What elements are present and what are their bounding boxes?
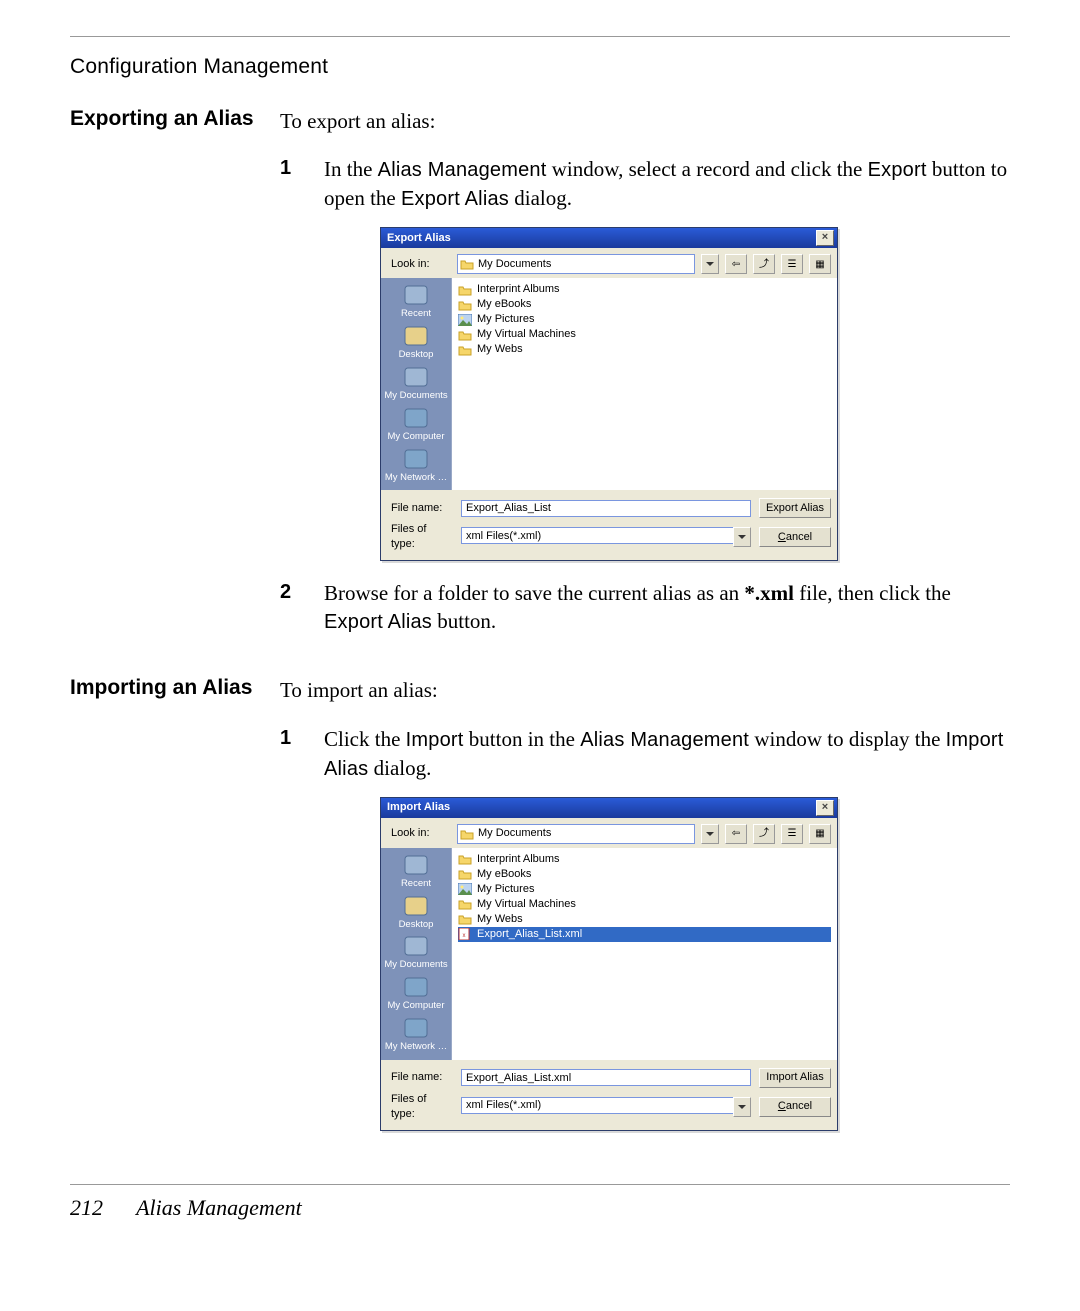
places-bar-item[interactable]: Recent bbox=[401, 284, 431, 321]
file-list-item[interactable]: x Export_Alias_List.xml bbox=[458, 927, 831, 942]
step-number: 2 bbox=[280, 579, 324, 636]
places-bar-label: Recent bbox=[401, 878, 431, 891]
file-list-item[interactable]: My Virtual Machines bbox=[458, 897, 831, 912]
filetype-dropdown-icon[interactable] bbox=[733, 1097, 751, 1117]
export-alias-dialog: Export Alias × Look in: My Documents ⇦ bbox=[380, 227, 838, 561]
file-list-item[interactable]: My Virtual Machines bbox=[458, 327, 831, 342]
section-heading-import: Importing an Alias bbox=[70, 676, 280, 700]
places-bar-label: Desktop bbox=[399, 349, 434, 362]
filetype-combo[interactable] bbox=[461, 527, 751, 547]
lookin-value: My Documents bbox=[478, 257, 551, 272]
import-dialog-screenshot: Import Alias × Look in: My Documents ⇦ bbox=[380, 797, 1010, 1131]
lookin-dropdown-icon[interactable] bbox=[701, 254, 719, 274]
file-item-label: My eBooks bbox=[477, 297, 531, 312]
chapter-title: Configuration Management bbox=[70, 55, 1010, 79]
import-dialog-title: Import Alias bbox=[387, 800, 450, 815]
places-bar-item[interactable]: My Documents bbox=[384, 366, 447, 403]
lookin-value: My Documents bbox=[478, 826, 551, 841]
places-bar-label: My Documents bbox=[384, 959, 447, 972]
places-bar-item[interactable]: Desktop bbox=[399, 325, 434, 362]
file-item-label: Interprint Albums bbox=[477, 852, 560, 867]
places-bar-label: My Documents bbox=[384, 390, 447, 403]
view-list-icon[interactable]: ☰ bbox=[781, 254, 803, 274]
file-item-label: My Virtual Machines bbox=[477, 327, 576, 342]
file-item-label: My eBooks bbox=[477, 867, 531, 882]
export-step-1: In the Alias Management window, select a… bbox=[324, 155, 1010, 213]
file-item-label: Export_Alias_List.xml bbox=[477, 927, 582, 942]
file-list-item[interactable]: My Pictures bbox=[458, 882, 831, 897]
places-bar-item[interactable]: My Computer bbox=[387, 976, 444, 1013]
export-step-2: Browse for a folder to save the current … bbox=[324, 579, 1010, 636]
filetype-combo[interactable] bbox=[461, 1097, 751, 1117]
places-bar-label: My Network … bbox=[385, 472, 447, 485]
import-alias-dialog: Import Alias × Look in: My Documents ⇦ bbox=[380, 797, 838, 1131]
step-number: 1 bbox=[280, 725, 324, 783]
back-icon[interactable]: ⇦ bbox=[725, 824, 747, 844]
file-list-item[interactable]: Interprint Albums bbox=[458, 282, 831, 297]
file-item-label: My Webs bbox=[477, 912, 523, 927]
places-bar-item[interactable]: My Network … bbox=[385, 448, 447, 485]
filetype-label: Files of type: bbox=[391, 1092, 453, 1122]
file-list-item[interactable]: My Webs bbox=[458, 342, 831, 357]
filetype-label: Files of type: bbox=[391, 522, 453, 552]
filetype-value[interactable] bbox=[461, 527, 733, 544]
step-number: 1 bbox=[280, 155, 324, 213]
lookin-combo[interactable]: My Documents bbox=[457, 254, 695, 274]
places-bar-label: Desktop bbox=[399, 919, 434, 932]
places-bar-label: My Network … bbox=[385, 1041, 447, 1054]
up-icon[interactable]: ⤴ bbox=[753, 824, 775, 844]
places-bar-label: Recent bbox=[401, 308, 431, 321]
section-heading-export: Exporting an Alias bbox=[70, 107, 280, 131]
filename-input[interactable] bbox=[461, 1069, 751, 1086]
filename-label: File name: bbox=[391, 501, 453, 516]
up-icon[interactable]: ⤴ bbox=[753, 254, 775, 274]
lookin-label: Look in: bbox=[391, 257, 451, 272]
places-bar-item[interactable]: Desktop bbox=[399, 895, 434, 932]
filename-label: File name: bbox=[391, 1070, 453, 1085]
places-bar-item[interactable]: My Network … bbox=[385, 1017, 447, 1054]
import-alias-button[interactable]: Import Alias bbox=[759, 1068, 831, 1088]
export-alias-button[interactable]: Export Alias bbox=[759, 498, 831, 518]
file-list-item[interactable]: My Pictures bbox=[458, 312, 831, 327]
export-dialog-title: Export Alias bbox=[387, 231, 451, 246]
view-details-icon[interactable]: ▦ bbox=[809, 824, 831, 844]
file-item-label: My Pictures bbox=[477, 312, 534, 327]
import-intro: To import an alias: bbox=[280, 676, 1010, 704]
view-list-icon[interactable]: ☰ bbox=[781, 824, 803, 844]
filename-input[interactable] bbox=[461, 500, 751, 517]
filetype-value[interactable] bbox=[461, 1097, 733, 1114]
close-icon[interactable]: × bbox=[816, 230, 834, 246]
places-bar-label: My Computer bbox=[387, 1000, 444, 1013]
lookin-label: Look in: bbox=[391, 826, 451, 841]
file-item-label: Interprint Albums bbox=[477, 282, 560, 297]
filetype-dropdown-icon[interactable] bbox=[733, 527, 751, 547]
export-intro: To export an alias: bbox=[280, 107, 1010, 135]
lookin-dropdown-icon[interactable] bbox=[701, 824, 719, 844]
file-item-label: My Virtual Machines bbox=[477, 897, 576, 912]
footer-title: Alias Management bbox=[136, 1195, 302, 1220]
lookin-combo[interactable]: My Documents bbox=[457, 824, 695, 844]
file-list-item[interactable]: My eBooks bbox=[458, 297, 831, 312]
file-list-item[interactable]: Interprint Albums bbox=[458, 852, 831, 867]
places-bar-item[interactable]: My Computer bbox=[387, 407, 444, 444]
places-bar-label: My Computer bbox=[387, 431, 444, 444]
file-list-item[interactable]: My Webs bbox=[458, 912, 831, 927]
page-number: 212 bbox=[70, 1195, 103, 1220]
cancel-button[interactable]: Cancel bbox=[759, 527, 831, 547]
export-dialog-screenshot: Export Alias × Look in: My Documents ⇦ bbox=[380, 227, 1010, 561]
page-footer: 212 Alias Management bbox=[70, 1184, 1010, 1221]
import-step-1: Click the Import button in the Alias Man… bbox=[324, 725, 1010, 783]
file-item-label: My Pictures bbox=[477, 882, 534, 897]
places-bar-item[interactable]: My Documents bbox=[384, 935, 447, 972]
places-bar-item[interactable]: Recent bbox=[401, 854, 431, 891]
cancel-button[interactable]: Cancel bbox=[759, 1097, 831, 1117]
svg-text:x: x bbox=[463, 933, 466, 939]
view-details-icon[interactable]: ▦ bbox=[809, 254, 831, 274]
close-icon[interactable]: × bbox=[816, 800, 834, 816]
file-item-label: My Webs bbox=[477, 342, 523, 357]
file-list-item[interactable]: My eBooks bbox=[458, 867, 831, 882]
back-icon[interactable]: ⇦ bbox=[725, 254, 747, 274]
